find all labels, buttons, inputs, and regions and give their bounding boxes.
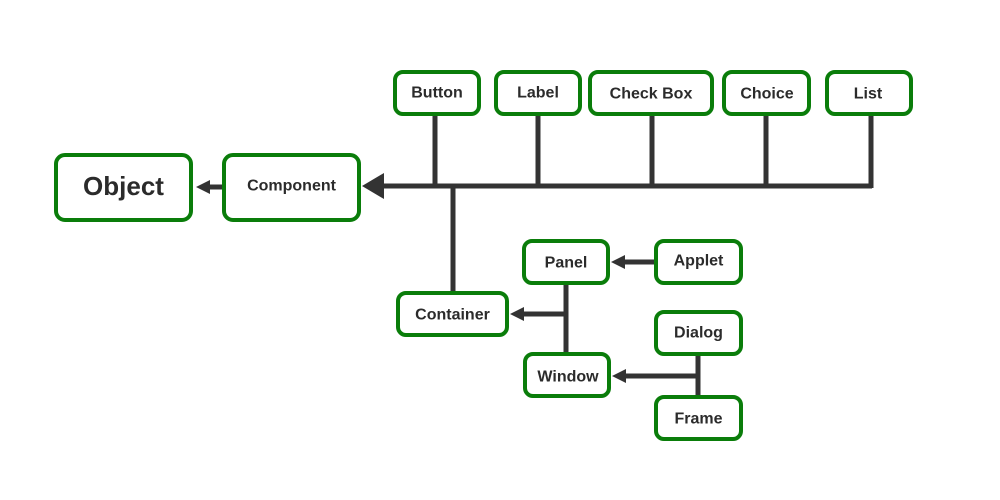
node-list-label: List: [854, 86, 883, 103]
arrowhead-object: [196, 180, 210, 194]
node-list[interactable]: List: [825, 70, 913, 116]
node-window[interactable]: Window: [523, 352, 611, 398]
node-applet-label: Applet: [674, 253, 724, 270]
node-object[interactable]: Object: [54, 153, 193, 222]
node-frame-label: Frame: [674, 411, 722, 428]
arrowhead-panel: [611, 255, 625, 269]
node-label[interactable]: Label: [494, 70, 582, 116]
node-window-label: Window: [537, 369, 599, 386]
node-panel-label: Panel: [545, 255, 588, 272]
nodes: Object Component Button Label Check Box …: [54, 70, 913, 441]
node-container-label: Container: [415, 307, 490, 324]
node-checkbox-label: Check Box: [610, 86, 693, 103]
node-checkbox[interactable]: Check Box: [588, 70, 714, 116]
class-hierarchy-diagram: Object Component Button Label Check Box …: [54, 70, 913, 441]
node-container[interactable]: Container: [396, 291, 509, 337]
node-choice[interactable]: Choice: [722, 70, 811, 116]
node-object-label: Object: [83, 171, 164, 201]
arrowhead-component: [362, 173, 384, 199]
node-label-label: Label: [517, 85, 559, 102]
node-component-label: Component: [247, 178, 337, 195]
arrowhead-window: [612, 369, 626, 383]
node-choice-label: Choice: [740, 86, 793, 103]
arrowhead-container: [510, 307, 524, 321]
node-button-label: Button: [411, 85, 463, 102]
node-button[interactable]: Button: [393, 70, 481, 116]
node-dialog[interactable]: Dialog: [654, 310, 743, 356]
node-dialog-label: Dialog: [674, 325, 723, 342]
node-applet[interactable]: Applet: [654, 239, 743, 285]
node-frame[interactable]: Frame: [654, 395, 743, 441]
node-panel[interactable]: Panel: [522, 239, 610, 285]
node-component[interactable]: Component: [222, 153, 361, 222]
